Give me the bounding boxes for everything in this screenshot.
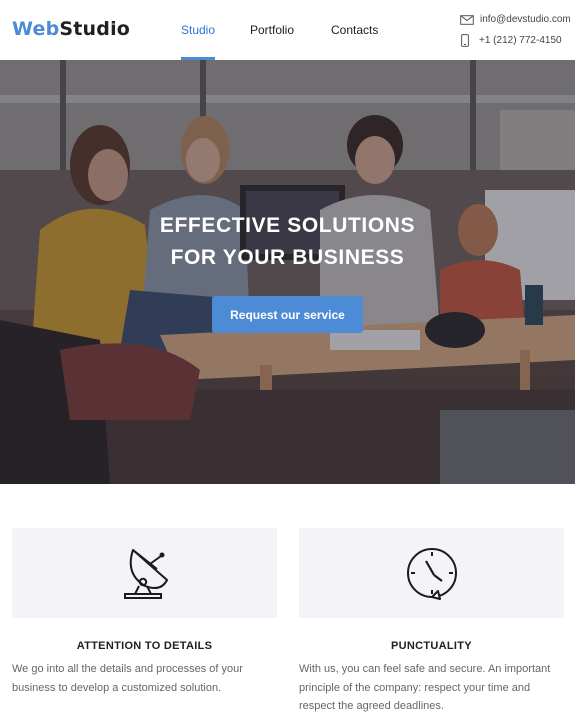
feature-text-details: We go into all the details and processes… (12, 663, 243, 694)
contact-phone[interactable]: +1 (212) 772-4150 (460, 34, 562, 47)
hero-title-line-1: EFFECTIVE SOLUTIONS (159, 214, 416, 237)
feature-icon-box-punctuality (299, 528, 564, 618)
clock-icon (406, 548, 457, 600)
feature-text-punctuality: With us, you can feel safe and secure. A… (299, 663, 551, 712)
logo-part-studio: Studio (59, 18, 131, 40)
satellite-dish-icon (123, 549, 168, 599)
nav-item-contacts[interactable]: Contacts (331, 0, 378, 60)
hero-title-line-2: FOR YOUR BUSINESS (170, 246, 405, 269)
feature-icon-box-details (12, 528, 277, 618)
feature-title-punctuality: PUNCTUALITY (391, 640, 472, 652)
nav-item-portfolio[interactable]: Portfolio (250, 0, 294, 60)
feature-title-details: ATTENTION TO DETAILS (76, 640, 213, 652)
site-header: WebStudio Studio Portfolio Contacts info… (0, 0, 575, 60)
email-text: info@devstudio.com (480, 14, 571, 25)
request-service-button[interactable]: Request our service (212, 296, 363, 333)
phone-icon (461, 34, 469, 47)
logo-part-web: Web (12, 18, 60, 40)
mail-icon (460, 14, 474, 25)
logo[interactable]: WebStudio (12, 18, 130, 40)
contact-email[interactable]: info@devstudio.com (460, 14, 571, 25)
phone-text: +1 (212) 772-4150 (479, 35, 562, 46)
hero-banner: EFFECTIVE SOLUTIONS FOR YOUR BUSINESS Re… (0, 60, 575, 484)
nav-item-studio[interactable]: Studio (181, 0, 216, 60)
